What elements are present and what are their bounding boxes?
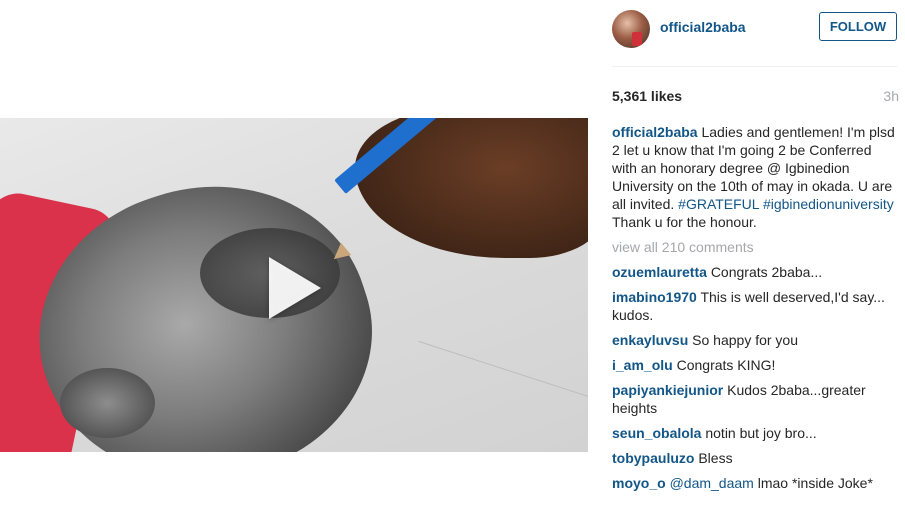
caption: official2baba Ladies and gentlemen! I'm …	[612, 123, 897, 231]
comment-text: lmao *inside Joke*	[757, 475, 873, 491]
post-username[interactable]: official2baba	[660, 19, 746, 35]
comment-item: ozuemlauretta Congrats 2baba...	[612, 263, 897, 281]
comments-section: official2baba Ladies and gentlemen! I'm …	[612, 123, 897, 499]
follow-button[interactable]: FOLLOW	[819, 12, 897, 41]
comment-item: i_am_olu Congrats KING!	[612, 356, 897, 374]
comment-item: tobypauluzo Bless	[612, 449, 897, 467]
comment-username[interactable]: papiyankiejunior	[612, 382, 723, 398]
hashtag-grateful[interactable]: #GRATEFUL	[678, 196, 759, 212]
comment-username[interactable]: imabino1970	[612, 289, 697, 305]
comment-username[interactable]: enkayluvsu	[612, 332, 688, 348]
comment-text: Bless	[698, 450, 733, 466]
comment-item: papiyankiejunior Kudos 2baba...greater h…	[612, 381, 897, 417]
post-header: official2baba FOLLOW	[612, 0, 897, 67]
comment-item: seun_obalola notin but joy bro...	[612, 424, 897, 442]
post-sidebar: official2baba FOLLOW 5,361 likes 3h offi…	[588, 0, 905, 520]
likes-count[interactable]: 5,361 likes	[612, 88, 682, 104]
comment-text: Congrats KING!	[676, 357, 776, 373]
view-all-comments-link[interactable]: view all 210 comments	[612, 238, 897, 256]
hashtag-igbinedionuniversity[interactable]: #igbinedionuniversity	[763, 196, 894, 212]
comment-text: So happy for you	[692, 332, 799, 348]
post-time[interactable]: 3h	[883, 88, 899, 104]
caption-text-end: Thank u for the honour.	[612, 214, 757, 230]
comment-text: Congrats 2baba...	[710, 264, 823, 280]
comment-mention[interactable]: @dam_daam	[670, 475, 754, 491]
play-icon[interactable]	[252, 248, 332, 328]
post-media	[0, 0, 588, 520]
comment-username[interactable]: moyo_o	[612, 475, 666, 491]
comment-username[interactable]: tobypauluzo	[612, 450, 694, 466]
drawing-ear	[60, 368, 155, 438]
comment-item: imabino1970 This is well deserved,I'd sa…	[612, 288, 897, 324]
paper-sketch-line	[390, 340, 588, 452]
comment-item: moyo_o @dam_daam lmao *inside Joke*	[612, 474, 897, 492]
comment-item: enkayluvsu So happy for you	[612, 331, 897, 349]
comment-username[interactable]: ozuemlauretta	[612, 264, 707, 280]
caption-username[interactable]: official2baba	[612, 124, 698, 140]
post-stats: 5,361 likes 3h	[612, 88, 899, 106]
avatar[interactable]	[612, 10, 650, 48]
comment-username[interactable]: i_am_olu	[612, 357, 673, 373]
comment-username[interactable]: seun_obalola	[612, 425, 701, 441]
comment-text: notin but joy bro...	[705, 425, 817, 441]
